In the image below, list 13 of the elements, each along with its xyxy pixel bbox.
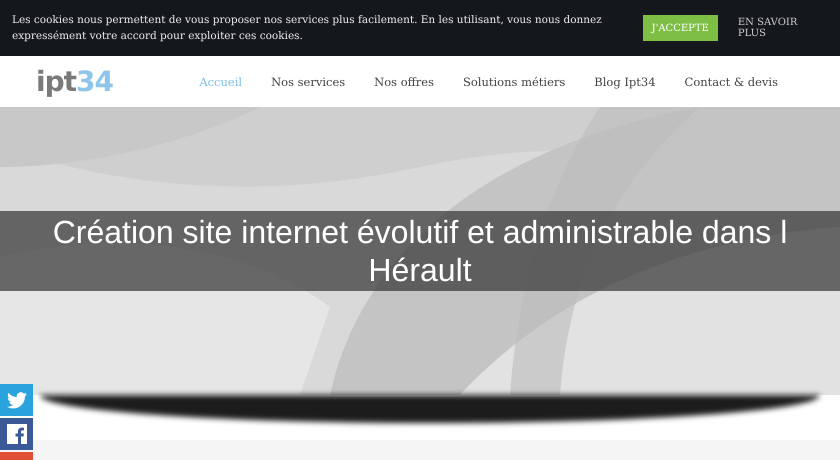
nav-link[interactable]: Nos offres xyxy=(374,74,434,88)
twitter-button[interactable] xyxy=(0,384,33,416)
nav-link[interactable]: Contact & devis xyxy=(684,74,778,88)
logo[interactable]: ipt34 xyxy=(36,68,113,96)
cookie-message: Les cookies nous permettent de vous proposer nos services plus facilement. En les utilisant, vous nous donnez expressément votre accord pour exploiter ces cookies. xyxy=(12,13,603,44)
hero-title: Création site internet évolutif et administrable dans l Hérault xyxy=(52,213,788,289)
learn-more-link[interactable]: EN SAVOIR PLUS xyxy=(738,17,828,39)
facebook-icon xyxy=(6,424,26,444)
facebook-button[interactable] xyxy=(0,418,33,450)
twitter-bird-icon xyxy=(6,392,26,408)
nav-link[interactable]: Solutions métiers xyxy=(463,74,566,88)
nav-link[interactable]: Nos services xyxy=(271,74,346,88)
nav-link[interactable]: Blog Ipt34 xyxy=(594,74,656,88)
